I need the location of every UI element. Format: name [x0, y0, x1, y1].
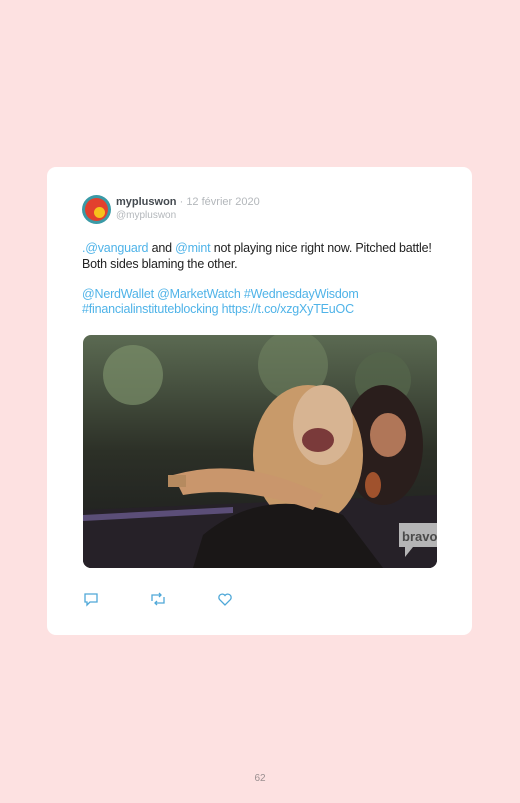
tweet-link[interactable]: @NerdWallet: [82, 287, 154, 301]
tweet-media[interactable]: bravo: [83, 335, 437, 568]
tweet-actions: [83, 591, 283, 607]
tweet-text-span: and: [148, 241, 176, 255]
tweet-link[interactable]: .@vanguard: [82, 241, 148, 255]
tweet-link[interactable]: @MarketWatch: [157, 287, 241, 301]
separator: ·: [179, 196, 184, 208]
tweet-text-paragraph-2: @NerdWallet @MarketWatch #WednesdayWisdo…: [82, 287, 442, 318]
tweet-header: mypluswon · 12 février 2020: [116, 196, 260, 208]
tweet-link[interactable]: @mint: [175, 241, 211, 255]
tweet-link[interactable]: https://t.co/xzgXyTEuOC: [222, 302, 354, 316]
tweet-link[interactable]: #WednesdayWisdom: [244, 287, 359, 301]
bravo-watermark: bravo: [402, 529, 437, 544]
reply-icon[interactable]: [83, 591, 99, 607]
tweet-link[interactable]: #financialinstituteblocking: [82, 302, 219, 316]
tweet-text-paragraph-1: .@vanguard and @mint not playing nice ri…: [82, 241, 442, 272]
avatar[interactable]: [82, 195, 111, 224]
page-number: 62: [254, 773, 266, 784]
user-handle[interactable]: @mypluswon: [116, 210, 176, 221]
tweet-date[interactable]: 12 février 2020: [186, 196, 259, 208]
tweet-text: .@vanguard and @mint not playing nice ri…: [82, 241, 442, 318]
retweet-icon[interactable]: [149, 591, 165, 607]
display-name[interactable]: mypluswon: [116, 196, 177, 208]
tweet-card: mypluswon · 12 février 2020 @mypluswon .…: [47, 167, 472, 635]
like-icon[interactable]: [217, 591, 233, 607]
